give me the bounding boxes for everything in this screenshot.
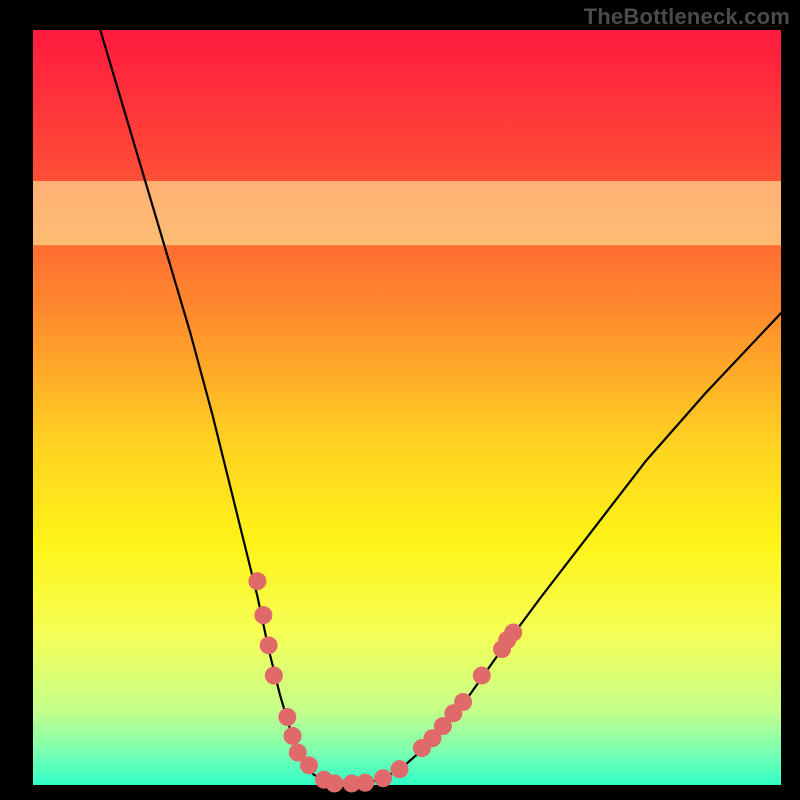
data-point — [254, 606, 272, 624]
data-point — [391, 760, 409, 778]
gradient-background — [33, 30, 781, 785]
data-point — [265, 667, 283, 685]
chart-canvas — [0, 0, 800, 800]
data-point — [300, 756, 318, 774]
data-point — [473, 667, 491, 685]
data-point — [260, 636, 278, 654]
highlight-band — [33, 181, 781, 245]
data-point — [374, 769, 392, 787]
data-point — [356, 774, 374, 792]
chart-frame: TheBottleneck.com — [0, 0, 800, 800]
data-point — [504, 623, 522, 641]
data-point — [325, 774, 343, 792]
data-point — [454, 693, 472, 711]
data-point — [278, 708, 296, 726]
watermark-label: TheBottleneck.com — [584, 4, 790, 30]
data-point — [284, 727, 302, 745]
data-point — [248, 572, 266, 590]
